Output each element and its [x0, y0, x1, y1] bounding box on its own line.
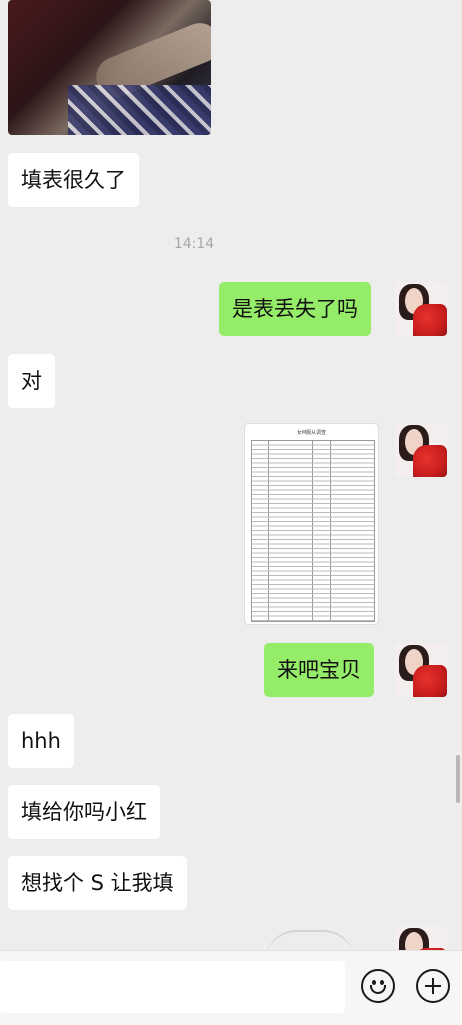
sent-message[interactable]: 是表丢失了吗 — [219, 282, 371, 336]
received-photo[interactable] — [8, 0, 211, 135]
received-message[interactable]: 填表很久了 — [8, 153, 139, 207]
emoji-icon[interactable] — [361, 969, 395, 1003]
message-input[interactable] — [0, 961, 345, 1013]
timestamp: 14:14 — [173, 236, 215, 252]
received-message[interactable]: 填给你吗小红 — [8, 785, 160, 839]
received-message[interactable]: 想找个 S 让我填 — [8, 856, 187, 910]
plus-icon[interactable] — [416, 969, 450, 1003]
sent-document-image[interactable]: 女M服从调查 — [244, 423, 379, 625]
avatar[interactable] — [395, 423, 447, 477]
avatar[interactable] — [395, 282, 447, 336]
document-title: 女M服从调查 — [296, 430, 327, 436]
sent-message[interactable]: 来吧宝贝 — [264, 643, 374, 697]
received-message[interactable]: hhh — [8, 714, 74, 768]
document-table — [251, 440, 375, 622]
received-message[interactable]: 对 — [8, 354, 55, 408]
avatar[interactable] — [395, 643, 447, 697]
photo-detail — [68, 85, 211, 135]
scrollbar[interactable] — [456, 755, 460, 803]
